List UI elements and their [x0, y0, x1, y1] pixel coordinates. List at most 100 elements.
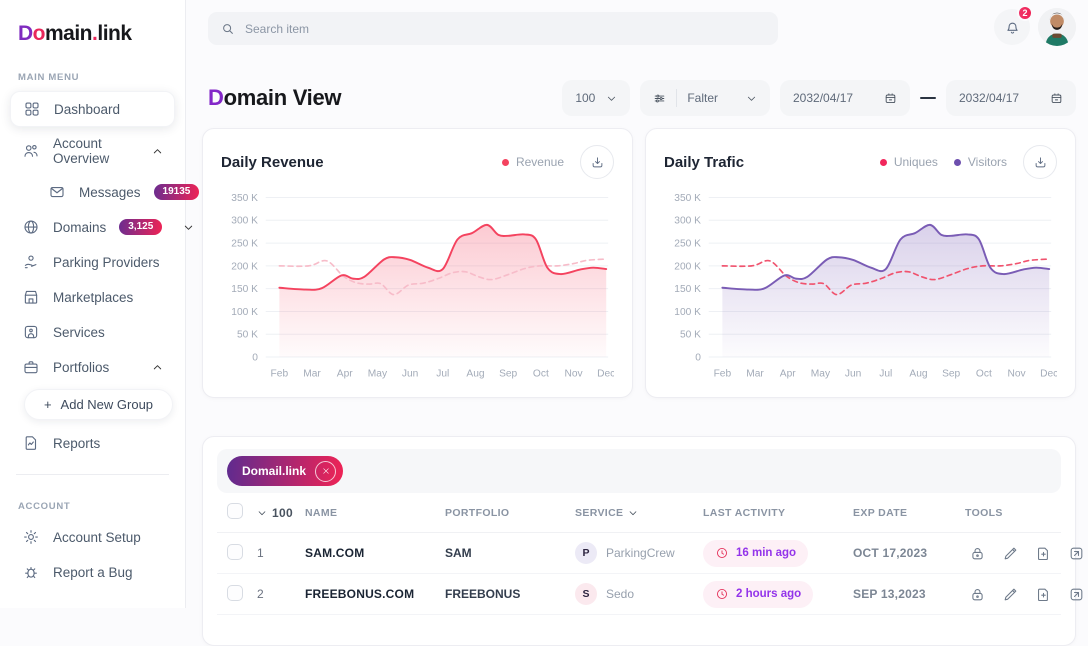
svg-text:Nov: Nov [1007, 368, 1026, 379]
sidebar-item-portfolios[interactable]: Portfolios [10, 350, 175, 384]
date-range-separator [920, 97, 936, 99]
sidebar-item-label: Messages [79, 185, 141, 200]
row-index: 2 [257, 587, 305, 601]
calendar-icon [884, 92, 897, 105]
filter-dropdown[interactable]: Falter [640, 80, 770, 116]
svg-text:50 K: 50 K [237, 330, 258, 341]
gear-icon [22, 528, 40, 546]
sidebar-item-parking-providers[interactable]: Parking Providers [10, 245, 175, 279]
active-filters-bar: Domail.link [217, 449, 1061, 493]
export-button[interactable] [1064, 582, 1088, 606]
sidebar-item-messages[interactable]: Messages 19135 [10, 175, 175, 209]
page-title: Domain View [208, 85, 341, 111]
clock-icon [715, 587, 729, 601]
column-page-size[interactable]: 100 [257, 506, 305, 520]
lock-button[interactable] [965, 541, 989, 565]
portfolio-name: SAM [445, 546, 575, 560]
lock-button[interactable] [965, 582, 989, 606]
sidebar: Domain.link MAIN MENU Dashboard Account … [0, 0, 186, 608]
legend-label: Revenue [516, 155, 564, 169]
legend-dot-icon [502, 159, 509, 166]
svg-text:Aug: Aug [909, 368, 927, 379]
avatar-image [1038, 8, 1076, 46]
column-service[interactable]: SERVICE [575, 507, 703, 519]
close-icon[interactable] [315, 461, 336, 482]
domain-name[interactable]: FREEBONUS.COM [305, 587, 445, 601]
legend-item: Revenue [502, 155, 564, 169]
svg-text:Mar: Mar [746, 368, 764, 379]
sidebar-item-label: Report a Bug [53, 565, 133, 580]
service-cell: PParkingCrew [575, 542, 703, 564]
date-from-picker[interactable]: 2032/04/17 [780, 80, 910, 116]
svg-text:150 K: 150 K [674, 284, 701, 295]
divider [676, 89, 677, 107]
add-new-group-button[interactable]: + Add New Group [24, 389, 173, 420]
svg-text:250 K: 250 K [231, 238, 258, 249]
sidebar-item-marketplaces[interactable]: Marketplaces [10, 280, 175, 314]
row-checkbox[interactable] [227, 544, 243, 560]
legend-label: Uniques [894, 155, 938, 169]
export-icon [1068, 545, 1085, 562]
sidebar-item-label: Services [53, 325, 105, 340]
sidebar-item-domains[interactable]: Domains 3,125 [10, 210, 175, 244]
sidebar-item-account-setup[interactable]: Account Setup [10, 520, 175, 554]
sliders-icon [653, 92, 666, 105]
svg-text:Mar: Mar [303, 368, 321, 379]
svg-text:Sep: Sep [942, 368, 960, 379]
sidebar-item-reports[interactable]: Reports [10, 426, 175, 460]
exp-date: SEP 13,2023 [853, 587, 965, 601]
svg-text:Dec: Dec [1040, 368, 1057, 379]
row-index: 1 [257, 546, 305, 560]
plus-icon: + [44, 397, 52, 412]
row-checkbox[interactable] [227, 585, 243, 601]
legend-item: Uniques [880, 155, 938, 169]
svg-text:Sep: Sep [499, 368, 517, 379]
legend-dot-icon [954, 159, 961, 166]
svg-text:Oct: Oct [976, 368, 992, 379]
sidebar-item-account-overview[interactable]: Account Overview [10, 128, 175, 174]
svg-text:350 K: 350 K [674, 193, 701, 204]
search-icon [221, 22, 235, 36]
page-size-select[interactable]: 100 [562, 80, 630, 116]
table-row: 2FREEBONUS.COMFREEBONUSSSedo2 hours agoS… [217, 574, 1061, 615]
svg-text:May: May [368, 368, 388, 379]
domains-table-card: Domail.link 100 NAME PORTFOLIO SERVICE L… [202, 436, 1076, 646]
svg-text:50 K: 50 K [680, 330, 701, 341]
users-icon [22, 142, 40, 160]
edit-button[interactable] [998, 541, 1022, 565]
sidebar-item-label: Reports [53, 436, 100, 451]
file-add-icon [1035, 586, 1052, 603]
sidebar-item-services[interactable]: Services [10, 315, 175, 349]
filter-chip[interactable]: Domail.link [227, 456, 343, 486]
sidebar-item-label: Dashboard [54, 102, 120, 117]
search-input[interactable] [245, 22, 765, 36]
file-add-button[interactable] [1031, 541, 1055, 565]
file-add-button[interactable] [1031, 582, 1055, 606]
account-section-label: ACCOUNT [18, 501, 167, 512]
download-chart-button[interactable] [580, 145, 614, 179]
svg-text:0: 0 [695, 352, 701, 363]
svg-text:Apr: Apr [337, 368, 353, 379]
briefcase-icon [22, 358, 40, 376]
domain-name[interactable]: SAM.COM [305, 546, 445, 560]
export-button[interactable] [1064, 541, 1088, 565]
user-avatar[interactable] [1038, 8, 1076, 46]
edit-button[interactable] [998, 582, 1022, 606]
daily-revenue-card: Daily Revenue Revenue 350 K300 K250 K200… [202, 128, 633, 398]
sidebar-item-report-a-bug[interactable]: Report a Bug [10, 555, 175, 589]
charts-row: Daily Revenue Revenue 350 K300 K250 K200… [202, 128, 1076, 398]
download-chart-button[interactable] [1023, 145, 1057, 179]
last-activity-badge: 16 min ago [703, 540, 808, 567]
notifications-button[interactable]: 2 [994, 9, 1030, 45]
svg-text:200 K: 200 K [674, 261, 701, 272]
calendar-icon [1050, 92, 1063, 105]
lock-icon [969, 586, 986, 603]
select-all-checkbox[interactable] [227, 503, 243, 519]
add-new-group-label: Add New Group [61, 397, 154, 412]
chevron-up-icon [152, 362, 163, 373]
svg-text:Feb: Feb [271, 368, 289, 379]
sidebar-item-dashboard[interactable]: Dashboard [10, 91, 175, 127]
edit-icon [1002, 545, 1019, 562]
date-to-picker[interactable]: 2032/04/17 [946, 80, 1076, 116]
chart-title: Daily Trafic [664, 154, 744, 171]
